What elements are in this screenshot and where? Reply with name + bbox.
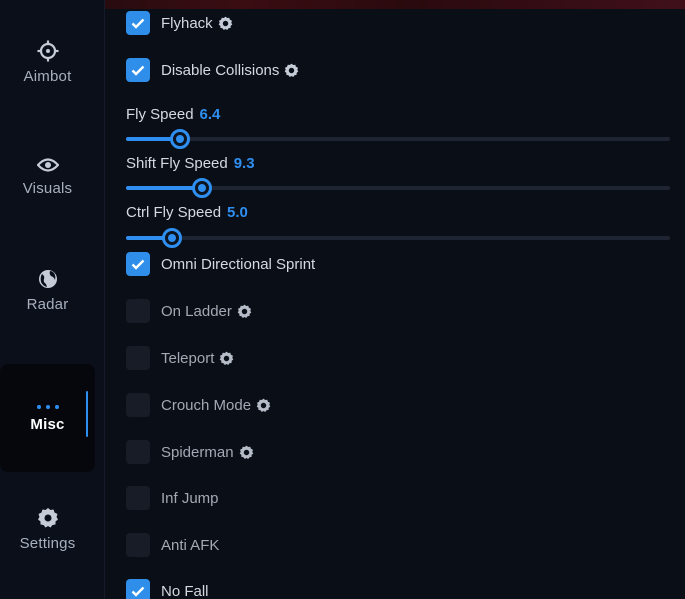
option-crouch-mode: Crouch Mode — [126, 393, 271, 417]
option-anti-afk: Anti AFK — [126, 533, 219, 557]
active-indicator — [86, 391, 88, 437]
fly-speed-label: Fly Speed 6.4 — [126, 106, 220, 123]
option-label: Spiderman — [161, 443, 234, 461]
sidebar-item-radar[interactable]: Radar — [0, 250, 95, 330]
option-label: Teleport — [161, 349, 215, 367]
sidebar-item-label: Misc — [30, 415, 65, 433]
disable-collisions-checkbox[interactable] — [126, 58, 150, 82]
eye-icon — [36, 156, 59, 174]
option-on-ladder: On Ladder — [126, 299, 252, 323]
check-icon — [131, 65, 145, 76]
fly-speed-value: 6.4 — [199, 106, 221, 123]
spiderman-checkbox[interactable] — [126, 440, 150, 464]
omni-sprint-checkbox[interactable] — [126, 252, 150, 276]
no-fall-checkbox[interactable] — [126, 579, 150, 599]
inf-jump-checkbox[interactable] — [126, 486, 150, 510]
option-label: Flyhack — [161, 14, 213, 32]
sidebar: Aimbot Visuals Radar Misc Settings — [0, 0, 105, 599]
check-icon — [131, 18, 145, 29]
option-omni-directional-sprint: Omni Directional Sprint — [126, 252, 315, 276]
dots-icon — [36, 404, 60, 410]
fly-speed-slider[interactable] — [126, 129, 670, 149]
sidebar-item-settings[interactable]: Settings — [0, 489, 95, 569]
disable-collisions-settings-gear-icon[interactable] — [284, 63, 299, 78]
option-label: Crouch Mode — [161, 396, 252, 414]
slider-label-text: Shift Fly Speed — [126, 155, 228, 172]
app-window: Aimbot Visuals Radar Misc Settings Flyha… — [0, 0, 685, 599]
ctrl-fly-speed-slider[interactable] — [126, 228, 670, 248]
option-label: No Fall — [161, 582, 209, 599]
slider-label-text: Ctrl Fly Speed — [126, 204, 222, 221]
option-label: Disable Collisions — [161, 61, 280, 79]
sidebar-item-misc[interactable]: Misc — [0, 364, 95, 472]
sidebar-item-label: Settings — [19, 534, 76, 552]
option-spiderman: Spiderman — [126, 440, 254, 464]
globe-icon — [37, 268, 59, 290]
option-no-fall: No Fall — [126, 579, 209, 599]
crosshair-icon — [37, 40, 59, 62]
flyhack-settings-gear-icon[interactable] — [218, 16, 233, 31]
shift-fly-speed-value: 9.3 — [233, 155, 255, 172]
ctrl-fly-speed-value: 5.0 — [227, 204, 248, 221]
crouch-mode-checkbox[interactable] — [126, 393, 150, 417]
teleport-settings-gear-icon[interactable] — [219, 351, 234, 366]
spiderman-settings-gear-icon[interactable] — [239, 445, 254, 460]
on-ladder-settings-gear-icon[interactable] — [237, 304, 252, 319]
ctrl-fly-speed-label: Ctrl Fly Speed 5.0 — [126, 204, 248, 221]
crouch-mode-settings-gear-icon[interactable] — [256, 398, 271, 413]
option-inf-jump: Inf Jump — [126, 486, 219, 510]
option-label: Anti AFK — [161, 536, 220, 554]
option-label: Omni Directional Sprint — [161, 255, 316, 273]
check-icon — [131, 586, 145, 597]
option-teleport: Teleport — [126, 346, 234, 370]
slider-label-text: Fly Speed — [126, 106, 194, 123]
slider-thumb[interactable] — [192, 178, 213, 198]
slider-fill — [126, 186, 203, 190]
option-label: On Ladder — [161, 302, 232, 320]
on-ladder-checkbox[interactable] — [126, 299, 150, 323]
teleport-checkbox[interactable] — [126, 346, 150, 370]
option-flyhack: Flyhack — [126, 11, 233, 35]
sidebar-item-visuals[interactable]: Visuals — [0, 136, 95, 216]
sidebar-item-label: Radar — [26, 295, 69, 313]
slider-thumb[interactable] — [170, 129, 191, 149]
sidebar-item-aimbot[interactable]: Aimbot — [0, 22, 95, 102]
shift-fly-speed-slider[interactable] — [126, 178, 670, 198]
slider-thumb[interactable] — [162, 228, 183, 248]
sidebar-item-label: Visuals — [22, 179, 73, 197]
anti-afk-checkbox[interactable] — [126, 533, 150, 557]
sidebar-item-label: Aimbot — [23, 67, 72, 85]
shift-fly-speed-label: Shift Fly Speed 9.3 — [126, 155, 255, 172]
flyhack-checkbox[interactable] — [126, 11, 150, 35]
option-label: Inf Jump — [161, 489, 219, 507]
option-disable-collisions: Disable Collisions — [126, 58, 299, 82]
misc-panel: Flyhack Disable Collisions Fly Speed 6.4 … — [104, 0, 685, 599]
gear-icon — [37, 507, 59, 529]
check-icon — [131, 259, 145, 270]
